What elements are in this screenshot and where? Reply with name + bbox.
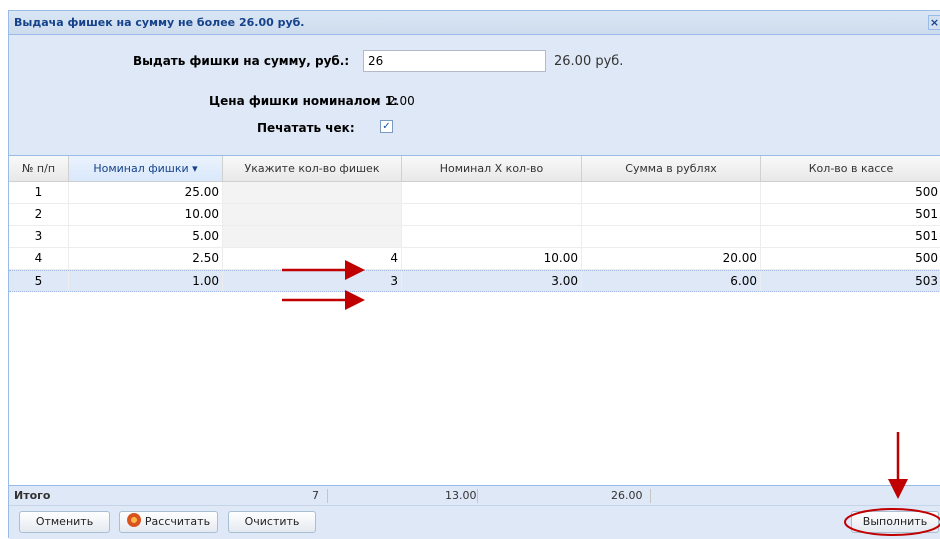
sum-display: 26.00 руб.: [554, 54, 624, 69]
table-row[interactable]: 2 10.00 501: [9, 204, 940, 226]
totals-sum: 26.00: [611, 489, 643, 502]
table-row[interactable]: 3 5.00 501: [9, 226, 940, 248]
calculator-icon: [126, 513, 141, 527]
column-header-stock[interactable]: Кол-во в кассе: [761, 156, 940, 181]
price-value: 2.00: [388, 94, 415, 108]
cell-nominal: 10.00: [69, 204, 223, 225]
cell-product: 10.00: [402, 248, 582, 269]
totals-divider: [650, 489, 651, 503]
totals-label: Итого: [14, 489, 51, 502]
totals-divider: [477, 489, 478, 503]
cell-quantity[interactable]: 3: [223, 271, 402, 291]
cell-number: 4: [9, 248, 69, 269]
dialog-title: Выдача фишек на сумму не более 26.00 руб…: [14, 16, 305, 29]
clear-button[interactable]: Очистить: [228, 511, 316, 533]
cell-product: [402, 204, 582, 225]
cell-quantity[interactable]: 4: [223, 248, 402, 269]
issue-form: Выдать фишки на сумму, руб.: 26.00 руб. …: [9, 35, 940, 155]
column-header-sum-rub[interactable]: Сумма в рублях: [582, 156, 761, 181]
print-receipt-label: Печатать чек:: [257, 121, 355, 135]
grid-header: № п/п Номинал фишки ▾ Укажите кол-во фиш…: [9, 156, 940, 182]
cell-stock: 500: [915, 251, 938, 265]
column-header-nominal-x-quantity[interactable]: Номинал X кол-во: [402, 156, 582, 181]
column-header-number[interactable]: № п/п: [9, 156, 69, 181]
chips-issue-dialog: Выдача фишек на сумму не более 26.00 руб…: [8, 10, 940, 539]
cell-stock: 503: [915, 274, 938, 288]
cell-number: 1: [9, 182, 69, 203]
dialog-titlebar: Выдача фишек на сумму не более 26.00 руб…: [9, 11, 940, 35]
cell-product: [402, 182, 582, 203]
table-row[interactable]: 4 2.50 4 10.00 20.00 500: [9, 248, 940, 270]
cell-quantity[interactable]: [223, 204, 402, 225]
cell-sum: [582, 226, 761, 247]
totals-quantity: 7: [312, 489, 319, 502]
column-header-quantity[interactable]: Укажите кол-во фишек: [223, 156, 402, 181]
cancel-button[interactable]: Отменить: [19, 511, 110, 533]
dialog-toolbar: Отменить Рассчитать Очистить Выполнить: [9, 507, 940, 539]
cell-nominal: 5.00: [69, 226, 223, 247]
cell-product: 3.00: [402, 271, 582, 291]
close-icon[interactable]: ×: [928, 15, 940, 30]
execute-button[interactable]: Выполнить: [851, 511, 939, 533]
cell-nominal: 25.00: [69, 182, 223, 203]
cell-nominal: 1.00: [69, 271, 223, 291]
sum-input[interactable]: [363, 50, 546, 72]
sum-label: Выдать фишки на сумму, руб.:: [133, 54, 350, 68]
totals-divider: [327, 489, 328, 503]
table-row[interactable]: 5 1.00 3 3.00 6.00 503: [9, 270, 940, 292]
calculate-button-label: Рассчитать: [144, 515, 211, 528]
cell-number: 5: [9, 271, 69, 291]
cell-nominal: 2.50: [69, 248, 223, 269]
totals-row: Итого 7 13.00 26.00: [9, 486, 940, 506]
cell-quantity[interactable]: [223, 182, 402, 203]
cell-sum: 20.00: [582, 248, 761, 269]
column-header-nominal[interactable]: Номинал фишки ▾: [69, 156, 223, 181]
cell-product: [402, 226, 582, 247]
chips-grid: № п/п Номинал фишки ▾ Укажите кол-во фиш…: [9, 155, 940, 486]
table-row[interactable]: 1 25.00 500: [9, 182, 940, 204]
cell-sum: [582, 182, 761, 203]
cell-stock: 501: [915, 207, 938, 221]
cell-stock: 501: [915, 229, 938, 243]
cell-number: 3: [9, 226, 69, 247]
cell-number: 2: [9, 204, 69, 225]
cell-sum: 6.00: [582, 271, 761, 291]
cell-quantity[interactable]: [223, 226, 402, 247]
cell-stock: 500: [915, 185, 938, 199]
calculate-button[interactable]: Рассчитать: [119, 511, 218, 533]
cell-sum: [582, 204, 761, 225]
price-label: Цена фишки номиналом 1:: [209, 94, 398, 108]
print-receipt-checkbox[interactable]: ✓: [380, 120, 393, 133]
totals-product: 13.00: [445, 489, 477, 502]
